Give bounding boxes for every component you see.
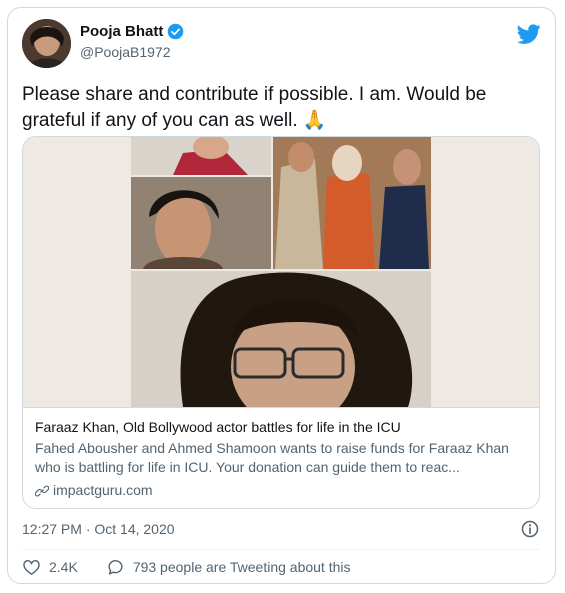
link-card-title: Faraaz Khan, Old Bollywood actor battles…: [35, 419, 401, 435]
tweet-text: Please share and contribute if possible.…: [22, 84, 487, 131]
verified-badge-icon: [168, 23, 184, 40]
link-preview-card[interactable]: Faraaz Khan, Old Bollywood actor battles…: [22, 136, 540, 509]
author-name[interactable]: Pooja Bhatt: [80, 23, 163, 40]
twitter-bird-icon[interactable]: [517, 22, 541, 46]
heart-icon: [23, 559, 40, 575]
tweeting-about-link[interactable]: 793 people are Tweeting about this: [106, 558, 351, 577]
speech-bubble-icon: [108, 559, 123, 575]
link-icon: [35, 485, 49, 496]
tweet-timestamp[interactable]: 12:27 PM · Oct 14, 2020: [22, 521, 175, 537]
like-count: 2.4K: [49, 559, 78, 575]
avatar[interactable]: [22, 19, 71, 68]
tweet-embed-card: Pooja Bhatt @PoojaB1972 Please share and…: [7, 7, 556, 584]
link-preview-image: [23, 137, 539, 427]
tweeting-about-text: 793 people are Tweeting about this: [132, 559, 351, 575]
author-handle[interactable]: @PoojaB1972: [80, 44, 171, 60]
like-button[interactable]: 2.4K: [22, 558, 78, 577]
link-card-description: Fahed Abousher and Ahmed Shamoon wants t…: [35, 440, 509, 475]
link-card-domain: impactguru.com: [53, 482, 153, 498]
divider: [22, 549, 540, 550]
info-icon[interactable]: [520, 519, 540, 539]
